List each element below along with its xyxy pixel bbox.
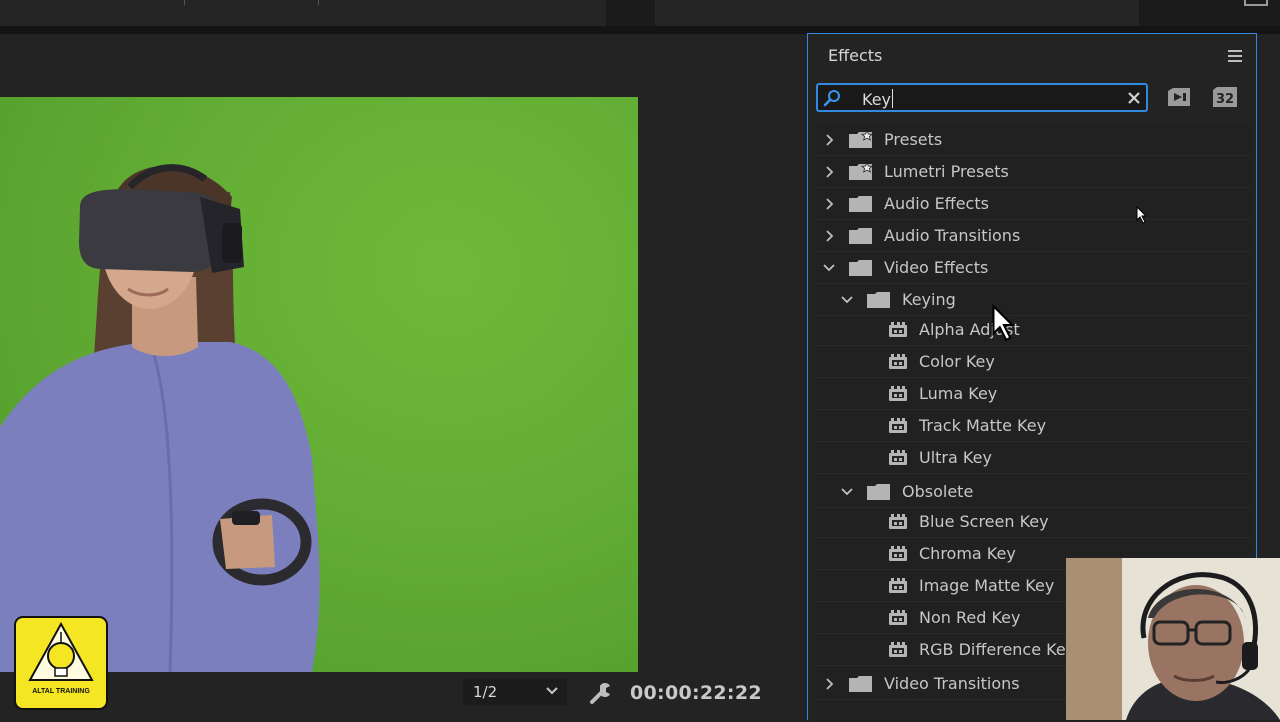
search-icon [823,90,840,107]
chevron-down-icon[interactable] [840,292,854,311]
tree-item-label: Video Effects [884,258,989,277]
tree-item-label: Ultra Key [919,448,992,467]
effect-item-track-matte-key[interactable]: Track Matte Key [808,410,1248,442]
folder-icon [848,258,874,282]
effect-item-color-key[interactable]: Color Key [808,346,1248,378]
tree-item-label: Non Red Key [919,608,1021,627]
toolbar-segment [0,0,606,26]
top-toolbar [0,0,1280,26]
video-effect-icon [888,322,908,342]
webcam-presenter-image [1066,558,1280,720]
cursor-icon [1136,206,1148,224]
video-effect-icon [888,578,908,598]
effect-item-luma-key[interactable]: Luma Key [808,378,1248,410]
folder-icon [866,482,892,506]
chevron-right-icon[interactable] [822,228,836,247]
training-logo: ALTAL TRAINING [14,616,108,710]
video-effect-icon [888,610,908,630]
logo-text: ALTAL TRAINING [32,688,90,695]
accelerated-effects-icon[interactable] [1165,86,1193,108]
tree-item-label: RGB Difference Key [919,640,1076,659]
chevron-right-icon[interactable] [822,132,836,151]
search-input[interactable]: Key [816,83,1148,112]
tree-item-label: Audio Effects [884,194,989,213]
video-effect-icon [888,354,908,374]
chevron-down-icon[interactable] [822,260,836,279]
preset-folder-icon [848,162,874,186]
tree-item-label: Video Transitions [884,674,1020,693]
tree-item-label: Lumetri Presets [884,162,1009,181]
folder-item-lumetri-presets[interactable]: Lumetri Presets [808,156,1248,188]
video-effect-icon [888,642,908,662]
folder-item-audio-transitions[interactable]: Audio Transitions [808,220,1248,252]
green-screen-subject-image [0,164,320,672]
video-preview [0,97,638,672]
tree-item-label: Luma Key [919,384,998,403]
preset-folder-icon [848,130,874,154]
video-effect-icon [888,450,908,470]
resolution-select[interactable]: 1/2 [463,679,567,705]
search-value: Key [862,89,894,109]
video-effect-icon [888,386,908,406]
resolution-value: 1/2 [473,683,498,701]
tree-item-label: Track Matte Key [919,416,1047,435]
effect-item-ultra-key[interactable]: Ultra Key [808,442,1248,474]
toolbar-divider [318,0,319,5]
wrench-icon[interactable] [588,680,614,706]
lightbulb-logo-icon [28,621,94,681]
chevron-right-icon[interactable] [822,164,836,183]
toolbar-divider [184,0,185,5]
chevron-right-icon[interactable] [822,676,836,695]
clear-search-icon[interactable] [1126,90,1142,106]
tree-item-label: Obsolete [902,482,974,501]
tree-item-label: Color Key [919,352,995,371]
folder-item-presets[interactable]: Presets [808,124,1248,156]
effect-item-blue-screen-key[interactable]: Blue Screen Key [808,506,1248,538]
chevron-down-icon[interactable] [840,484,854,503]
video-effect-icon [888,418,908,438]
panel-menu-icon[interactable] [1244,0,1268,6]
folder-item-audio-effects[interactable]: Audio Effects [808,188,1248,220]
folder-item-obsolete[interactable]: Obsolete [808,476,1248,508]
tree-item-label: Image Matte Key [919,576,1055,595]
tree-item-label: Audio Transitions [884,226,1021,245]
folder-icon [848,674,874,698]
panel-menu-icon[interactable] [1228,50,1242,65]
tree-item-label: Chroma Key [919,544,1016,563]
folder-icon [866,290,892,314]
folder-icon [848,194,874,218]
tree-item-label: Presets [884,130,943,149]
timecode-display[interactable]: 00:00:22:22 [630,682,762,704]
video-effect-icon [888,514,908,534]
folder-icon [848,226,874,250]
chevron-right-icon[interactable] [822,196,836,215]
cursor-icon [992,304,1015,342]
svg-text:32: 32 [1216,92,1234,107]
chevron-down-icon [546,687,558,695]
row-divider [816,473,1250,474]
folder-item-video-effects[interactable]: Video Effects [808,252,1248,284]
32-bit-color-icon[interactable]: 32 [1211,86,1239,108]
webcam-overlay [1066,558,1280,720]
video-effect-icon [888,546,908,566]
tree-item-label: Blue Screen Key [919,512,1049,531]
effect-item-alpha-adjust[interactable]: Alpha Adjust [808,314,1248,346]
tree-item-label: Keying [902,290,956,309]
toolbar-segment [655,0,1139,26]
panel-title: Effects [828,46,883,65]
folder-item-keying[interactable]: Keying [808,284,1248,316]
